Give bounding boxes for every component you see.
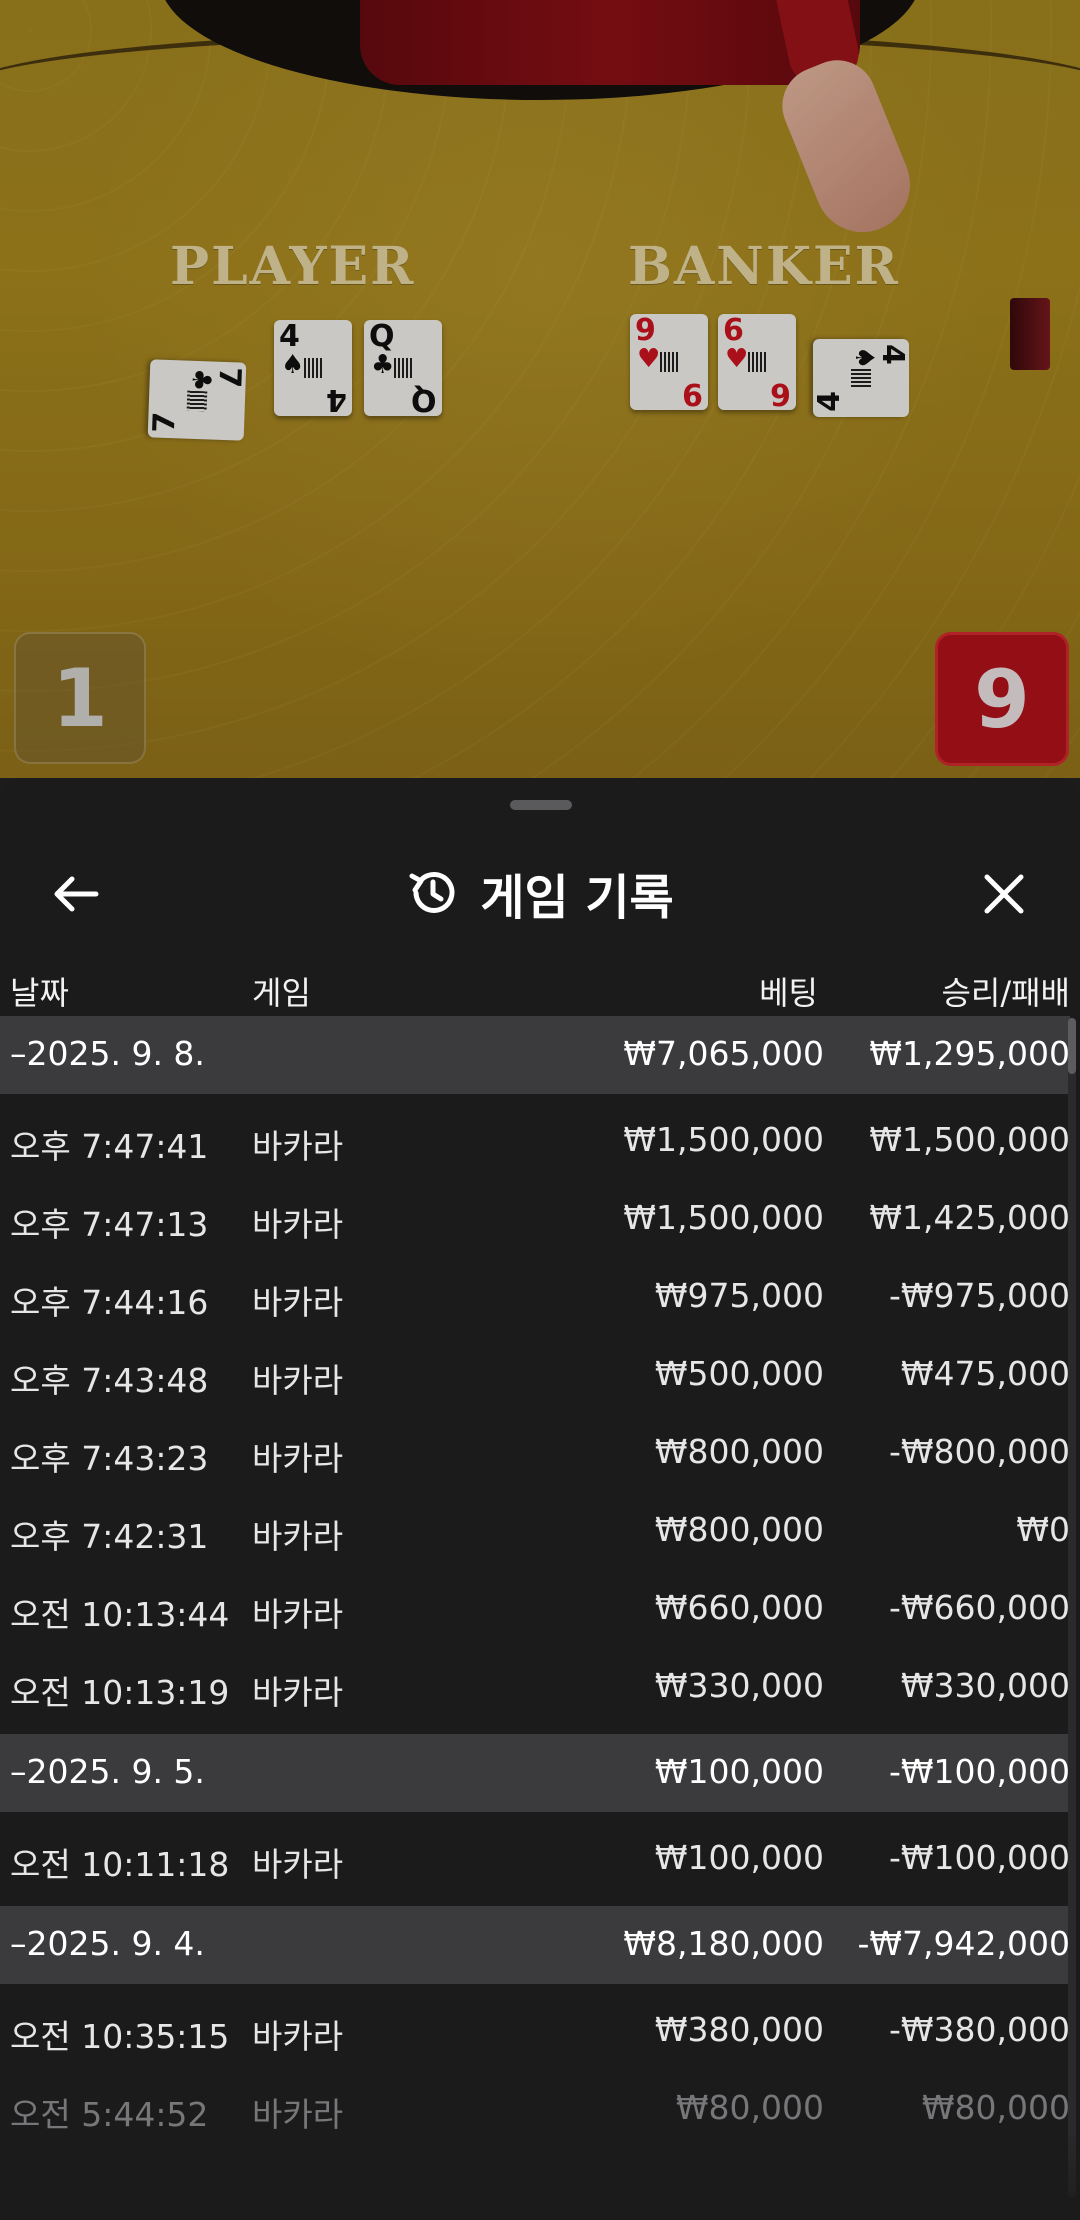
- row-result: ₩80,000: [921, 2088, 1070, 2127]
- group-bet-total: ₩7,065,000: [623, 1034, 824, 1073]
- row-game: 바카라: [252, 1673, 344, 1712]
- history-row[interactable]: 오후 7:43:23 바카라 ₩800,000 -₩800,000: [0, 1414, 1070, 1492]
- row-time: 오후 7:43:48: [10, 1361, 209, 1400]
- row-time: 오후 7:44:16: [10, 1283, 209, 1322]
- column-result: 승리/패배: [941, 974, 1070, 1012]
- history-list: –2025. 9. 8. ₩7,065,000 ₩1,295,000 오후 7:…: [0, 1016, 1070, 2148]
- history-row[interactable]: 오후 7:47:13 바카라 ₩1,500,000 ₩1,425,000: [0, 1180, 1070, 1258]
- group-date: –2025. 9. 8.: [10, 1034, 205, 1073]
- date-group-row[interactable]: –2025. 9. 8. ₩7,065,000 ₩1,295,000: [0, 1016, 1070, 1094]
- row-result: ₩0: [1016, 1510, 1070, 1549]
- row-game: 바카라: [252, 1205, 344, 1244]
- row-result: -₩800,000: [888, 1432, 1070, 1471]
- row-bet: ₩975,000: [654, 1276, 824, 1315]
- row-game: 바카라: [252, 1595, 344, 1634]
- history-icon: [409, 871, 455, 913]
- row-time: 오후 7:43:23: [10, 1439, 209, 1478]
- history-row[interactable]: 오후 7:43:48 바카라 ₩500,000 ₩475,000: [0, 1336, 1070, 1414]
- row-time: 오전 10:13:19: [10, 1673, 230, 1712]
- row-game: 바카라: [252, 1845, 344, 1884]
- scrollbar-thumb[interactable]: [1068, 1018, 1076, 1074]
- group-result-total: -₩100,000: [888, 1752, 1070, 1791]
- row-bet: ₩800,000: [654, 1432, 824, 1471]
- row-result: -₩100,000: [888, 1838, 1070, 1877]
- group-bet-total: ₩100,000: [654, 1752, 824, 1791]
- row-game: 바카라: [252, 1127, 344, 1166]
- row-result: -₩380,000: [888, 2010, 1070, 2049]
- history-row[interactable]: 오전 10:13:19 바카라 ₩330,000 ₩330,000: [0, 1648, 1070, 1726]
- row-bet: ₩1,500,000: [623, 1120, 824, 1159]
- row-time: 오후 7:47:41: [10, 1127, 209, 1166]
- history-row[interactable]: 오전 10:11:18 바카라 ₩100,000 -₩100,000: [0, 1820, 1070, 1898]
- history-row[interactable]: 오후 7:44:16 바카라 ₩975,000 -₩975,000: [0, 1258, 1070, 1336]
- row-bet: ₩660,000: [654, 1588, 824, 1627]
- row-bet: ₩80,000: [675, 2088, 824, 2127]
- table-header: 날짜 게임 베팅 승리/패배: [0, 948, 1080, 1026]
- row-game: 바카라: [252, 1283, 344, 1322]
- history-row[interactable]: 오후 7:42:31 바카라 ₩800,000 ₩0: [0, 1492, 1070, 1570]
- row-result: -₩975,000: [888, 1276, 1070, 1315]
- column-game: 게임: [252, 974, 311, 1012]
- history-row[interactable]: 오전 10:13:44 바카라 ₩660,000 -₩660,000: [0, 1570, 1070, 1648]
- row-result: ₩1,425,000: [869, 1198, 1070, 1237]
- sheet-header: 게임 기록: [0, 838, 1080, 948]
- column-date: 날짜: [10, 974, 69, 1012]
- row-bet: ₩500,000: [654, 1354, 824, 1393]
- row-time: 오후 7:42:31: [10, 1517, 209, 1556]
- column-bet: 베팅: [759, 974, 818, 1012]
- row-result: -₩660,000: [888, 1588, 1070, 1627]
- row-time: 오후 7:47:13: [10, 1205, 209, 1244]
- list-fade-overlay: [0, 2128, 1080, 2220]
- group-result-total: ₩1,295,000: [869, 1034, 1070, 1073]
- row-game: 바카라: [252, 1361, 344, 1400]
- history-row[interactable]: 오후 7:47:41 바카라 ₩1,500,000 ₩1,500,000: [0, 1102, 1070, 1180]
- sheet-title: 게임 기록: [480, 870, 674, 926]
- row-bet: ₩800,000: [654, 1510, 824, 1549]
- group-bet-total: ₩8,180,000: [623, 1924, 824, 1963]
- row-result: ₩475,000: [900, 1354, 1070, 1393]
- date-group-row[interactable]: –2025. 9. 4. ₩8,180,000 -₩7,942,000: [0, 1906, 1070, 1984]
- row-result: ₩330,000: [900, 1666, 1070, 1705]
- close-button[interactable]: [966, 856, 1042, 932]
- row-time: 오전 10:35:15: [10, 2017, 230, 2056]
- row-bet: ₩330,000: [654, 1666, 824, 1705]
- video-dim-overlay: [0, 0, 1080, 778]
- close-icon: [984, 874, 1024, 914]
- date-group-row[interactable]: –2025. 9. 5. ₩100,000 -₩100,000: [0, 1734, 1070, 1812]
- row-game: 바카라: [252, 1439, 344, 1478]
- row-bet: ₩100,000: [654, 1838, 824, 1877]
- row-game: 바카라: [252, 2017, 344, 2056]
- group-date: –2025. 9. 4.: [10, 1924, 205, 1963]
- list-scrollbar[interactable]: [1068, 1018, 1076, 2198]
- row-time: 오전 10:13:44: [10, 1595, 230, 1634]
- row-time: 오전 10:11:18: [10, 1845, 230, 1884]
- group-date: –2025. 9. 5.: [10, 1752, 205, 1791]
- row-result: ₩1,500,000: [869, 1120, 1070, 1159]
- row-bet: ₩380,000: [654, 2010, 824, 2049]
- row-bet: ₩1,500,000: [623, 1198, 824, 1237]
- game-history-sheet: 게임 기록 날짜 게임 베팅 승리/패배 –2025. 9. 8. ₩7,065…: [0, 778, 1080, 2220]
- history-row[interactable]: 오전 10:35:15 바카라 ₩380,000 -₩380,000: [0, 1992, 1070, 2070]
- sheet-drag-handle[interactable]: [510, 800, 572, 810]
- group-result-total: -₩7,942,000: [857, 1924, 1071, 1963]
- sheet-title-group: 게임 기록: [0, 860, 1080, 926]
- row-game: 바카라: [252, 1517, 344, 1556]
- live-video-view: PLAYER BANKER 7 ♣ 7 4 ♠ 4 Q ♣ Q 9 ♥ 9 6 …: [0, 0, 1080, 778]
